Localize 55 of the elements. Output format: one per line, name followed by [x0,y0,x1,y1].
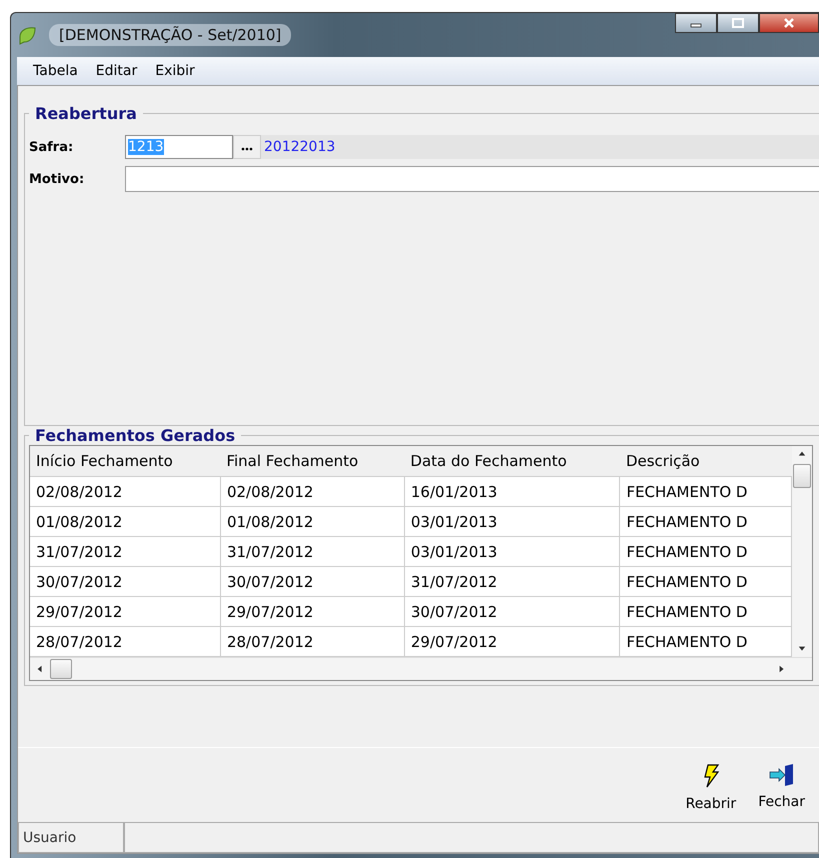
table-cell: 31/07/2012 [30,536,220,566]
table-cell: 31/07/2012 [220,536,404,566]
horizontal-scrollbar[interactable] [30,657,812,680]
table-cell: 29/07/2012 [30,596,220,626]
column-header[interactable]: Descrição [620,446,792,476]
table-cell: FECHAMENTO D [620,476,792,506]
vertical-scrollbar[interactable] [792,446,812,657]
table-cell: 30/07/2012 [404,596,620,626]
motivo-input[interactable] [125,166,819,192]
close-icon [783,18,795,28]
maximize-button[interactable] [717,13,759,33]
field-label: Safra: [29,140,74,154]
scroll-thumb[interactable] [793,464,811,488]
fechar-button[interactable]: Fechar [754,764,809,812]
menu-item[interactable]: Exibir [155,63,195,79]
lookup-button[interactable] [233,135,261,159]
scroll-up-arrow-icon[interactable] [798,450,806,458]
field-label: Motivo: [29,172,86,186]
table-cell: 02/08/2012 [30,476,220,506]
table-cell: 01/08/2012 [220,506,404,536]
lightning-icon [702,764,720,788]
table-cell: 01/08/2012 [30,506,220,536]
scroll-down-arrow-icon[interactable] [798,645,806,653]
scroll-right-arrow-icon[interactable] [778,665,786,673]
maximize-icon [732,18,744,28]
leaf-icon [17,25,37,45]
scroll-left-arrow-icon[interactable] [36,665,44,673]
table-cell: 02/08/2012 [220,476,404,506]
column-header[interactable]: Data do Fechamento [404,446,620,476]
menu-item[interactable]: Tabela [33,63,78,79]
column-header[interactable]: Final Fechamento [220,446,404,476]
table-cell: 16/01/2013 [404,476,620,506]
table-cell: 30/07/2012 [30,566,220,596]
table-cell: 03/01/2013 [404,536,620,566]
column-header[interactable]: Início Fechamento [30,446,220,476]
scroll-thumb[interactable] [50,659,72,679]
table-cell: 29/07/2012 [220,596,404,626]
ellipsis-icon [241,147,253,151]
safra-description: 20122013 [261,135,819,159]
table-cell: 31/07/2012 [404,566,620,596]
table-cell: FECHAMENTO D [620,566,792,596]
door-exit-icon [768,764,795,786]
table-cell: 03/01/2013 [404,506,620,536]
status-panel: Usuario [18,823,124,853]
table-cell: 30/07/2012 [220,566,404,596]
group-title: Reabertura [34,104,138,123]
minimize-button[interactable] [675,13,717,33]
window-title: [DEMONSTRAÇÃO - Set/2010] [49,24,292,46]
table-cell: FECHAMENTO D [620,506,792,536]
menu-item[interactable]: Editar [96,63,138,79]
table-cell: FECHAMENTO D [620,596,792,626]
reabrir-button[interactable]: Reabrir [682,764,740,812]
table-cell: FECHAMENTO D [620,536,792,566]
close-button[interactable] [759,13,819,33]
group-title: Fechamentos Gerados [34,426,236,445]
